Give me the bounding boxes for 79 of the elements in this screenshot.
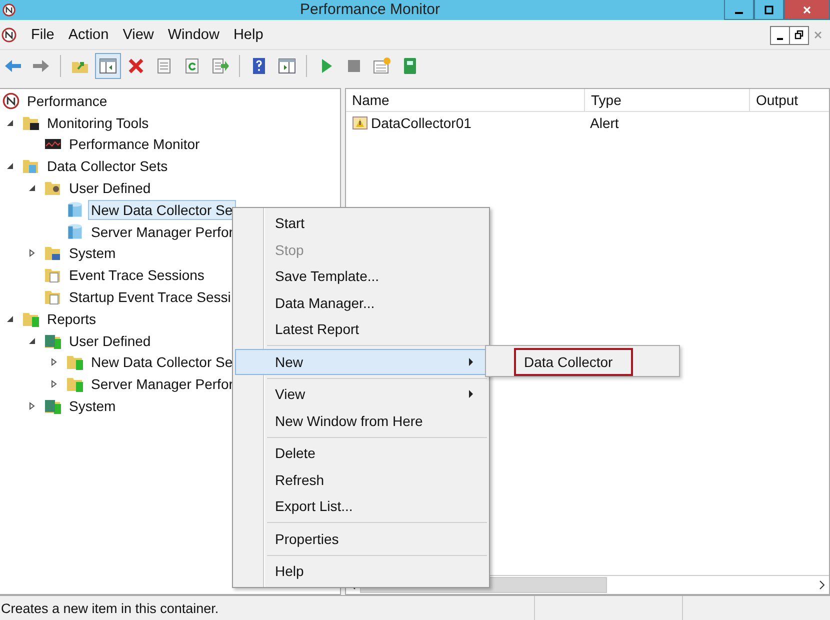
tree-item[interactable]: Server Manager Perfor [88, 222, 236, 242]
expand-arrow-icon[interactable] [28, 402, 36, 410]
menu-item[interactable]: File [25, 27, 62, 43]
tree-item[interactable]: New Data Collector Se [88, 200, 236, 220]
menu-item[interactable]: Refresh [235, 466, 487, 493]
close-icon [802, 4, 812, 14]
expand-arrow-icon[interactable] [28, 249, 36, 258]
app-icon[interactable] [1, 27, 17, 43]
folder-icon [44, 244, 62, 262]
tree-item[interactable]: System [66, 396, 119, 416]
pane-icon [98, 56, 118, 76]
folder-icon [22, 157, 40, 176]
menu-item[interactable]: Delete [235, 440, 487, 466]
folder-icon [44, 179, 62, 198]
restore-icon [794, 30, 804, 40]
maximize-button[interactable] [754, 0, 784, 20]
new-document-icon [372, 56, 392, 76]
menu-item[interactable]: Properties [235, 526, 487, 552]
menu-item[interactable]: Action [62, 27, 117, 43]
export-icon [210, 56, 230, 76]
menu-item[interactable]: Help [235, 558, 487, 584]
status-text: Creates a new item in this container. [0, 600, 220, 616]
menu-item[interactable]: Export List... [235, 493, 487, 520]
minimize-button[interactable] [770, 26, 790, 44]
column-header[interactable]: Output [750, 89, 829, 111]
collapse-arrow-icon[interactable] [28, 336, 36, 345]
tree-item[interactable]: User Defined [66, 330, 154, 351]
column-header[interactable]: Type [585, 89, 750, 111]
minimize-button[interactable] [724, 0, 754, 20]
menu-item[interactable]: Start [235, 210, 487, 236]
tree-item[interactable]: Monitoring Tools [44, 112, 152, 133]
close-icon [813, 30, 823, 40]
close-button[interactable] [784, 0, 830, 20]
tree-tool-button[interactable] [95, 53, 121, 79]
report-folder-icon [44, 397, 62, 416]
folder-icon [44, 288, 62, 306]
warning-icon [352, 115, 368, 131]
report-folder-icon [66, 375, 84, 394]
collapse-arrow-icon[interactable] [6, 118, 14, 127]
report-folder-icon [66, 353, 84, 372]
menu-item[interactable]: New Window from Here [235, 408, 487, 434]
menu-item[interactable]: Data Collector [514, 348, 633, 376]
folder-icon [44, 266, 62, 284]
delete-icon [126, 56, 146, 76]
tree-item[interactable]: User Defined [66, 178, 154, 198]
menu-item[interactable]: New [235, 348, 487, 375]
menu-item[interactable]: Save Template... [235, 263, 487, 290]
pane-icon [277, 56, 297, 76]
menu-item[interactable]: Latest Report [235, 316, 487, 342]
tree-item[interactable]: Performance [24, 90, 110, 111]
cylinder-icon [66, 200, 84, 219]
table-cell-text: Alert [589, 115, 620, 131]
tree-item[interactable]: Performance Monitor [66, 134, 203, 154]
cylinder-icon [66, 222, 84, 241]
menu-item[interactable]: Help [227, 27, 272, 43]
tree-item[interactable]: Event Trace Sessions [66, 265, 208, 286]
menu-item[interactable]: Data Manager... [235, 290, 487, 316]
window-title: Performance Monitor [300, 0, 440, 20]
tree-item[interactable]: Startup Event Trace Sessi [66, 287, 234, 308]
expand-arrow-icon[interactable] [50, 358, 58, 366]
column-header[interactable]: Name [346, 89, 585, 111]
tree-item[interactable]: New Data Collector Se [88, 352, 236, 372]
tree-item[interactable]: Data Collector Sets [44, 156, 171, 176]
minimize-icon [777, 38, 783, 40]
tree-item[interactable]: Reports [44, 308, 100, 329]
restore-button[interactable] [789, 26, 809, 44]
collapse-arrow-icon[interactable] [6, 162, 14, 170]
collapse-arrow-icon[interactable] [28, 184, 36, 192]
menu-item[interactable]: View [235, 381, 487, 408]
app-icon [2, 3, 16, 17]
expand-arrow-icon[interactable] [50, 380, 58, 388]
menu-item[interactable]: View [116, 27, 162, 43]
maximize-icon [764, 4, 774, 14]
tree-item[interactable]: System [66, 243, 119, 264]
menu-item[interactable]: Window [162, 27, 228, 43]
list-item[interactable]: DataCollector01 [371, 115, 472, 131]
minimize-icon [735, 12, 743, 14]
tree-item[interactable]: Server Manager Perfor [88, 374, 236, 394]
collapse-arrow-icon[interactable] [6, 314, 14, 323]
